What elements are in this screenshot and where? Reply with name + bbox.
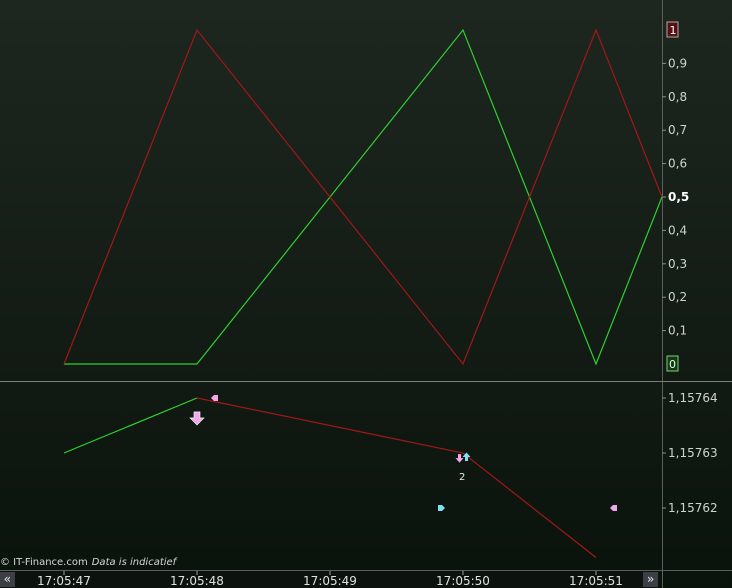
scroll-left-button[interactable]: « <box>0 572 15 587</box>
source-name: © IT-Finance.com <box>0 557 88 568</box>
y-tick-label: 0,6 <box>668 157 687 171</box>
y-tick-label: 0,1 <box>668 324 687 338</box>
y-tick-label: 0,9 <box>668 56 687 70</box>
y-tick-label: 0,2 <box>668 290 687 304</box>
y-tick-label: 0,4 <box>668 223 687 237</box>
source-credit: © IT-Finance.com Data is indicatief <box>0 557 176 568</box>
chart-canvas: 0,1 0,2 0,3 0,4 0,5 0,6 0,7 0,8 0,9 1 0 1,15762 1,1… <box>0 0 732 588</box>
y-tick-label: 1,15763 <box>668 446 718 460</box>
x-tick-label: 17:05:50 <box>436 574 490 588</box>
chart-background <box>0 0 732 588</box>
marker-count-label: 2 <box>459 472 465 483</box>
red-end-label: 1 <box>670 24 677 37</box>
scroll-right-button[interactable]: » <box>643 572 658 587</box>
y-tick-label: 0,3 <box>668 257 687 271</box>
y-tick-label: 0,5 <box>668 190 689 204</box>
green-end-label: 0 <box>669 358 676 371</box>
y-tick-label: 0,8 <box>668 90 687 104</box>
x-tick-label: 17:05:47 <box>37 574 91 588</box>
x-tick-label: 17:05:51 <box>569 574 623 588</box>
x-tick-label: 17:05:48 <box>170 574 224 588</box>
data-disclaimer: Data is indicatief <box>91 557 177 568</box>
x-tick-label: 17:05:49 <box>303 574 357 588</box>
y-tick-label: 0,7 <box>668 123 687 137</box>
y-tick-label: 1,15764 <box>668 391 718 405</box>
y-tick-label: 1,15762 <box>668 501 718 515</box>
time-axis: 17:05:47 17:05:48 17:05:49 17:05:50 17:05:51 <box>0 570 732 588</box>
